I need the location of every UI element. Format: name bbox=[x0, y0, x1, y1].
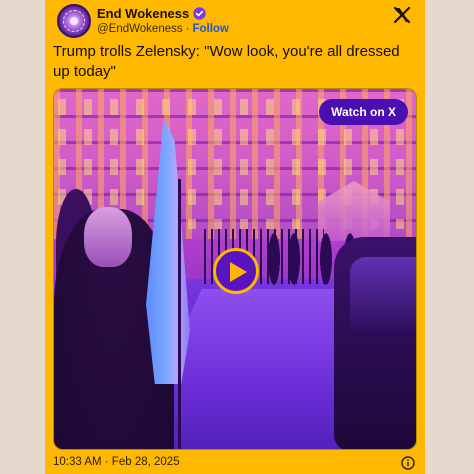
verified-icon bbox=[193, 7, 206, 20]
handle-row: @EndWokeness · Follow bbox=[97, 23, 229, 35]
follow-button[interactable]: Follow bbox=[192, 23, 228, 35]
tweet-header: End Wokeness @EndWokeness · Follow bbox=[53, 2, 417, 38]
info-icon[interactable] bbox=[401, 456, 415, 470]
play-button[interactable] bbox=[213, 248, 259, 294]
x-logo-icon[interactable] bbox=[393, 6, 411, 24]
handle[interactable]: @EndWokeness bbox=[97, 23, 183, 35]
display-name[interactable]: End Wokeness bbox=[97, 6, 189, 21]
separator: · bbox=[185, 23, 190, 35]
tweet-card[interactable]: End Wokeness @EndWokeness · Follow Trump… bbox=[45, 0, 425, 474]
play-icon bbox=[230, 262, 247, 282]
timestamp[interactable]: 10:33 AM · Feb 28, 2025 bbox=[53, 456, 180, 468]
video-media[interactable]: Watch on X bbox=[53, 88, 417, 450]
tweet-text: Trump trolls Zelensky: "Wow look, you're… bbox=[53, 43, 400, 80]
name-row: End Wokeness bbox=[97, 6, 206, 21]
watch-on-x-button[interactable]: Watch on X bbox=[319, 99, 408, 125]
avatar[interactable] bbox=[57, 4, 91, 38]
